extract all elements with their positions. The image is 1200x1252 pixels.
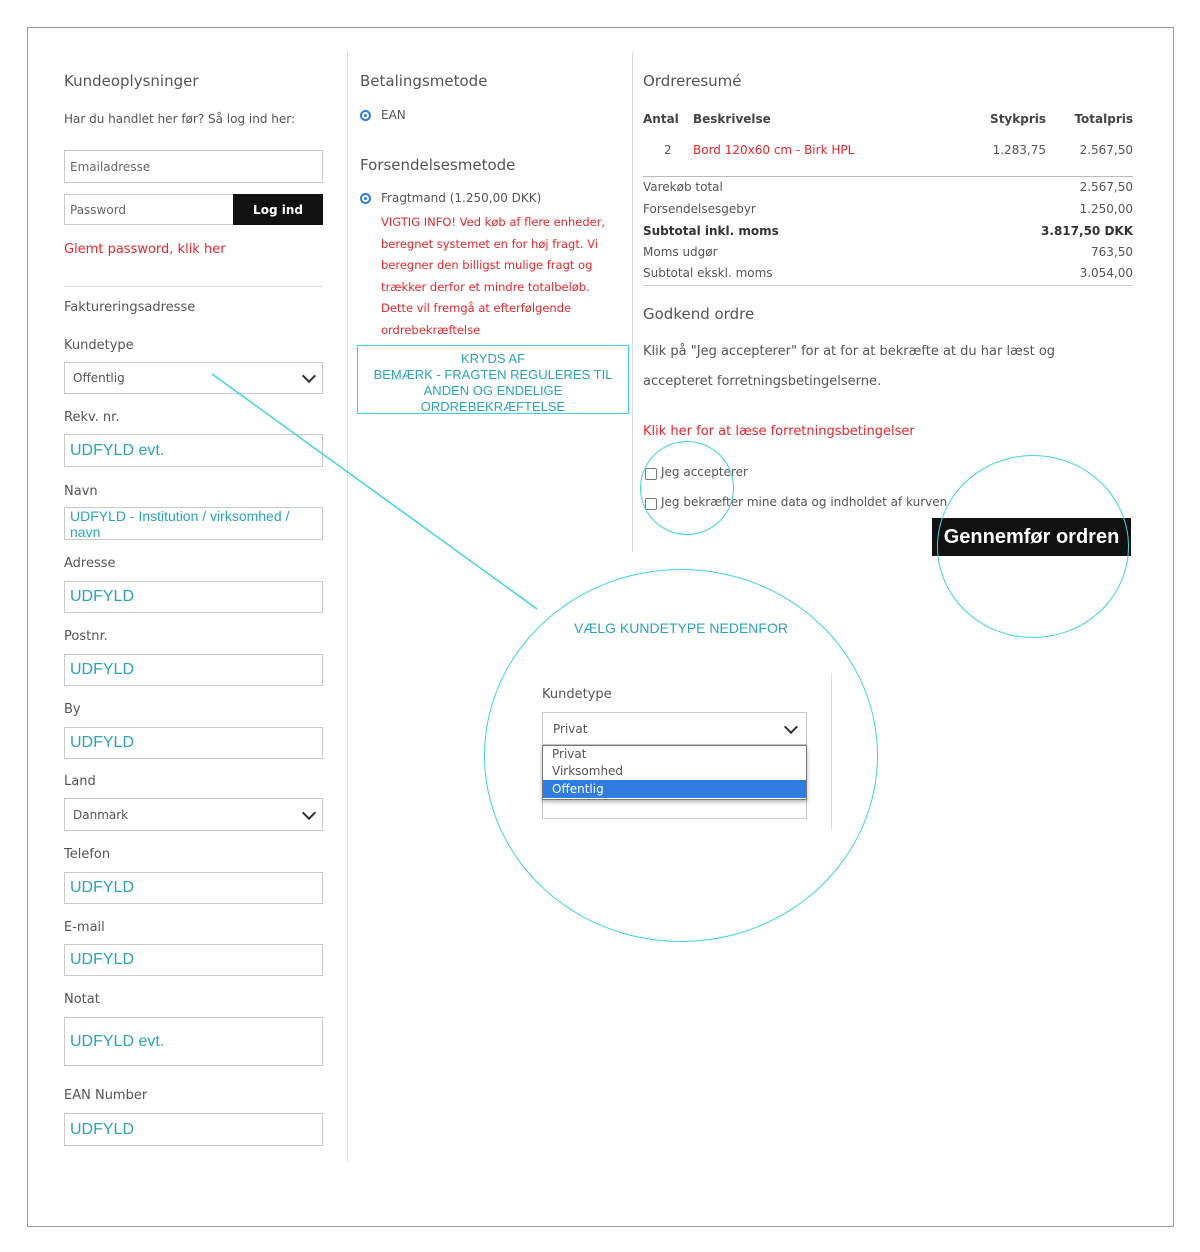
annotation-pointer-line xyxy=(211,373,538,610)
zoom-kundetype-select[interactable]: Privat xyxy=(542,712,807,745)
dropdown-option[interactable]: Privat xyxy=(543,746,806,763)
zoom-kundetype-label: Kundetype xyxy=(542,687,612,702)
zoom-dropdown-list: Privat Virksomhed Offentlig xyxy=(542,745,807,800)
chevron-down-icon xyxy=(783,719,799,734)
zoom-selected-value: Privat xyxy=(553,721,588,736)
submit-highlight-circle xyxy=(937,455,1129,638)
checkbox-highlight-circle xyxy=(640,441,734,535)
zoom-divider xyxy=(831,673,832,829)
dropdown-option[interactable]: Virksomhed xyxy=(543,763,806,780)
dropdown-option-highlighted[interactable]: Offentlig xyxy=(543,780,806,798)
zoom-caption: VÆLG KUNDETYPE NEDENFOR xyxy=(574,620,788,636)
